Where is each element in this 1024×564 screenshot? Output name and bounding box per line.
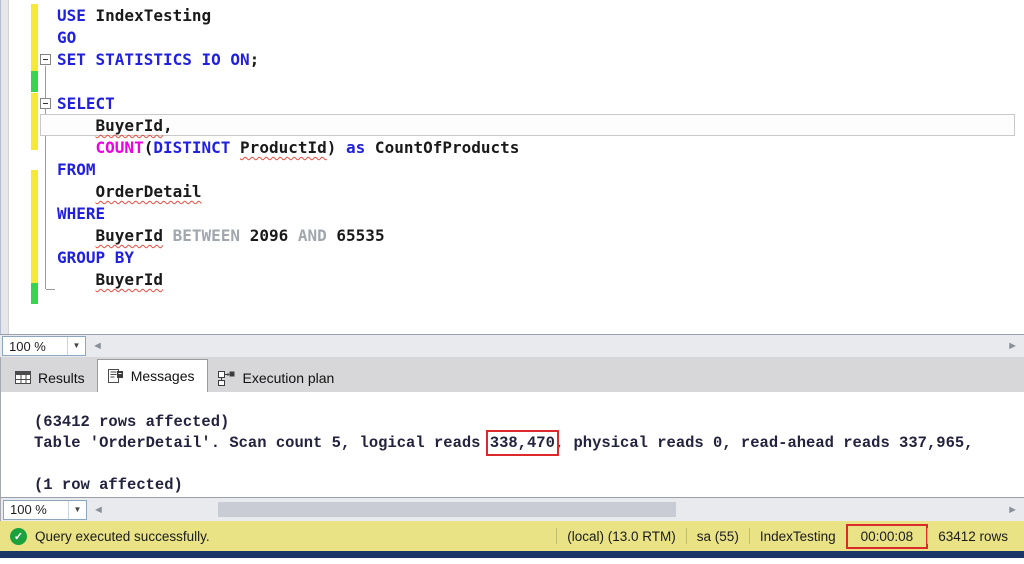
status-rowcount: 63412 rows (938, 528, 1008, 544)
tab-results[interactable]: Results (6, 363, 97, 392)
execution-plan-icon (217, 370, 236, 386)
messages-pane[interactable]: (63412 rows affected) Table 'OrderDetail… (0, 392, 1024, 497)
editor-hscroll-track[interactable] (109, 335, 1001, 357)
chevron-down-icon[interactable]: ▼ (68, 500, 86, 519)
code-line[interactable]: SET STATISTICS IO ON; (57, 49, 519, 71)
code-line[interactable]: BuyerId, (57, 115, 519, 137)
code-line[interactable]: FROM (57, 159, 519, 181)
sql-editor[interactable]: USE IndexTesting GO SET STATISTICS IO ON; … (0, 0, 1024, 334)
status-duration: 00:00:08 (845, 523, 929, 549)
scroll-right-icon[interactable]: ► (1001, 335, 1024, 357)
tab-label: Execution plan (242, 369, 335, 386)
status-separator (845, 528, 847, 544)
zoom-value: 100 % (10, 502, 47, 517)
code-line[interactable]: GROUP BY (57, 247, 519, 269)
results-grid-icon (15, 371, 31, 384)
change-tracking-bar (31, 71, 38, 92)
scroll-left-icon[interactable]: ◄ (87, 499, 110, 521)
ssms-window: USE IndexTesting GO SET STATISTICS IO ON; … (0, 0, 1024, 564)
code-line[interactable]: BuyerId (57, 269, 519, 291)
code-lines[interactable]: USE IndexTesting GO SET STATISTICS IO ON; … (57, 5, 519, 291)
hscroll-thumb[interactable] (217, 502, 676, 517)
messages-zoom-select[interactable]: 100 % ▼ (3, 499, 87, 520)
status-server: (local) (13.0 RTM) (567, 528, 676, 544)
tab-execution-plan[interactable]: Execution plan (208, 363, 347, 392)
editor-hscrollbar: 100 % ▼ ◄ ► (0, 334, 1024, 357)
scroll-right-icon[interactable]: ► (1001, 499, 1024, 521)
annotation-box: 338,470 (485, 430, 559, 456)
status-user: sa (55) (696, 528, 739, 544)
code-line[interactable]: BuyerId BETWEEN 2096 AND 65535 (57, 225, 519, 247)
tab-messages[interactable]: Messages (96, 359, 208, 392)
code-line[interactable] (57, 71, 519, 93)
change-tracking-bar (31, 170, 38, 283)
message-line: (63412 rows affected) (34, 413, 230, 431)
chevron-down-icon[interactable]: ▼ (67, 337, 85, 355)
collapse-toggle-icon[interactable] (40, 98, 51, 109)
status-bar: ✓ Query executed successfully. (local) (… (0, 521, 1024, 551)
code-line[interactable]: SELECT (57, 93, 519, 115)
code-line[interactable]: COUNT(DISTINCT ProductId) as CountOfProd… (57, 137, 520, 159)
code-line[interactable]: GO (57, 27, 519, 49)
status-database: IndexTesting (759, 528, 836, 544)
indicator-margin (0, 0, 9, 334)
message-line (34, 454, 1024, 475)
change-tracking-bar (31, 4, 38, 71)
change-tracking-bar (31, 93, 38, 150)
code-line[interactable]: WHERE (57, 203, 519, 225)
zoom-value: 100 % (9, 338, 46, 354)
messages-hscrollbar: 100 % ▼ ◄ ► (0, 497, 1024, 521)
tab-label: Results (38, 369, 85, 386)
results-tabbar: Results Messages Execution plan (0, 357, 1024, 392)
collapse-toggle-icon[interactable] (40, 54, 51, 65)
success-check-icon: ✓ (10, 527, 27, 545)
code-line[interactable]: USE IndexTesting (57, 5, 519, 27)
scroll-left-icon[interactable]: ◄ (86, 335, 109, 357)
window-bottom-edge (0, 551, 1024, 558)
change-tracking-bar (31, 283, 38, 304)
messages-hscroll-track[interactable] (110, 498, 1001, 521)
status-message: Query executed successfully. (35, 528, 210, 544)
outline-region-end (46, 289, 55, 290)
messages-icon (107, 368, 124, 384)
message-line: (1 row affected) (34, 476, 183, 494)
tab-label: Messages (130, 368, 195, 384)
message-line: Table 'OrderDetail'. Scan count 5, logic… (34, 430, 974, 456)
code-line[interactable]: OrderDetail (57, 181, 519, 203)
editor-zoom-select[interactable]: 100 % ▼ (2, 336, 86, 356)
